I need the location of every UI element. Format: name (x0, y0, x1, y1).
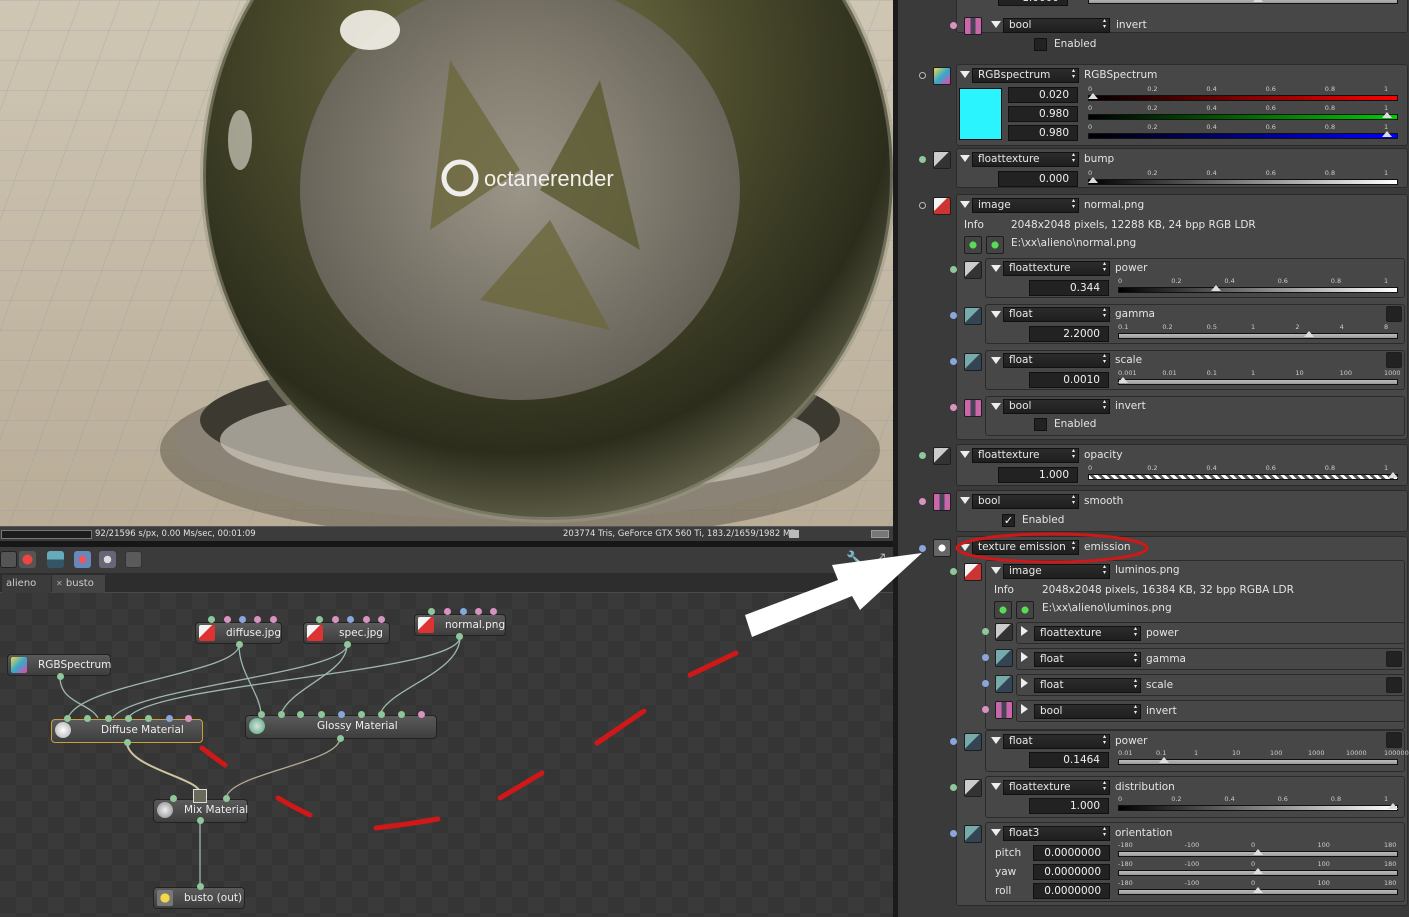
circle-annotation-icon (955, 532, 1149, 564)
arrow-annotation-icon (745, 553, 922, 637)
annotation-overlay (745, 532, 1149, 637)
